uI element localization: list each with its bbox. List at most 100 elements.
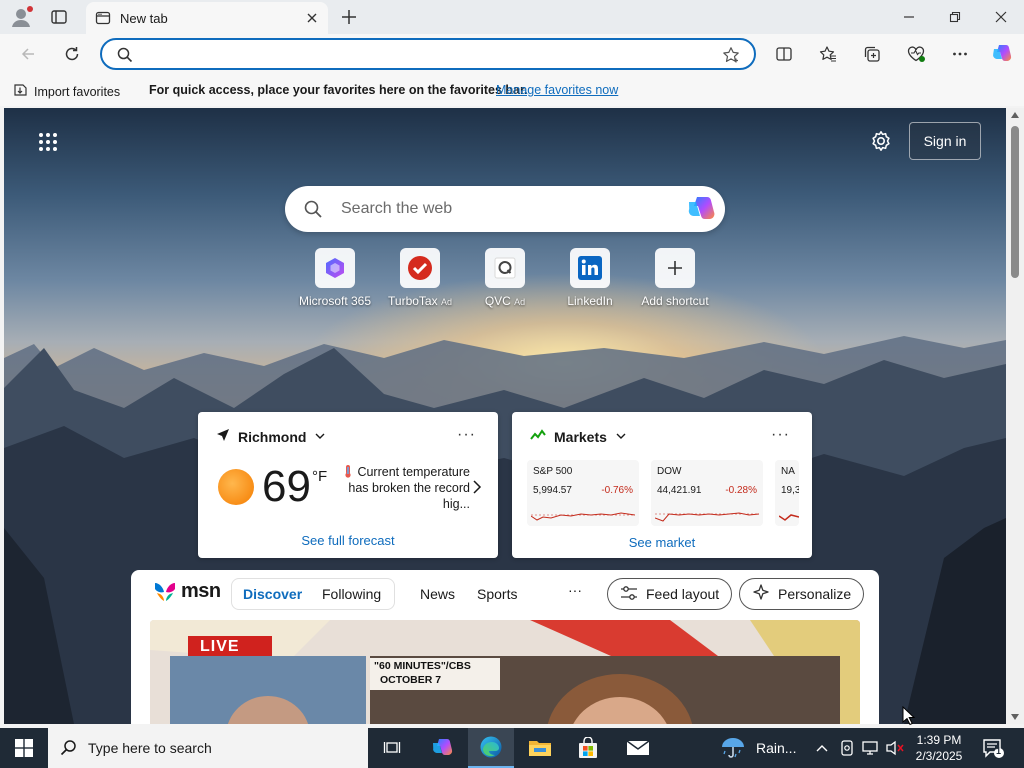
favorites-icon[interactable] [816, 42, 840, 66]
ticker-change: -0.28% [725, 485, 757, 496]
tab-discover[interactable]: Discover [243, 586, 302, 602]
chevron-right-icon[interactable] [472, 480, 482, 494]
restore-icon[interactable] [932, 0, 978, 34]
see-full-forecast-link[interactable]: See full forecast [198, 533, 498, 548]
shortcut-microsoft-365[interactable]: Microsoft 365 [290, 248, 380, 308]
plus-icon [655, 248, 695, 288]
edge-taskbar-icon[interactable] [468, 728, 514, 768]
location-arrow-icon [216, 428, 230, 445]
ticker-name: NA [781, 466, 795, 477]
live-badge: LIVE [200, 638, 240, 655]
tab-actions-icon[interactable] [50, 8, 68, 26]
favorites-bar-hint: For quick access, place your favorites h… [149, 83, 528, 97]
manage-favorites-link[interactable]: Manage favorites now [496, 83, 618, 97]
markets-title[interactable]: Markets [554, 429, 607, 445]
navigation-bar [0, 34, 1024, 74]
new-tab-page-icon [95, 10, 111, 26]
profile-avatar-icon[interactable] [10, 6, 34, 28]
hero-news-image[interactable]: LIVE "60 MINUTES"/CBS OCTOBER 7 [150, 620, 860, 724]
address-input[interactable] [142, 44, 702, 64]
microsoft-store-icon[interactable] [566, 728, 610, 768]
sparkline [655, 512, 759, 522]
feed-nav-sports[interactable]: Sports [477, 586, 517, 602]
feed-more-icon[interactable]: ··· [568, 582, 582, 598]
see-market-link[interactable]: See market [512, 535, 812, 550]
feed-layout-button[interactable]: Feed layout [607, 578, 733, 610]
scroll-down-arrow-icon[interactable] [1011, 714, 1019, 720]
weather-more-options[interactable]: ··· [457, 426, 476, 444]
apps-launcher-icon[interactable] [38, 132, 58, 152]
copilot-icon[interactable] [990, 42, 1014, 66]
scroll-up-arrow-icon[interactable] [1011, 112, 1019, 118]
back-icon[interactable] [16, 42, 40, 66]
sign-in-button[interactable]: Sign in [909, 122, 981, 160]
taskbar-clock[interactable]: 1:39 PM 2/3/2025 [910, 732, 968, 764]
meet-now-icon[interactable] [836, 728, 858, 768]
scrollbar-thumb[interactable] [1011, 126, 1019, 278]
settings-more-icon[interactable] [948, 42, 972, 66]
mail-icon[interactable] [616, 728, 660, 768]
page-scrollbar[interactable] [1006, 108, 1024, 724]
web-search-box[interactable]: Search the web [285, 186, 725, 232]
copilot-taskbar-icon[interactable] [420, 728, 464, 768]
hero-caption-line2: OCTOBER 7 [380, 674, 442, 686]
taskbar-search-box[interactable]: Type here to search [48, 728, 368, 768]
chevron-up-icon[interactable] [812, 728, 832, 768]
add-favorite-star-icon[interactable] [722, 46, 740, 64]
shortcut-linkedin[interactable]: LinkedIn [545, 248, 635, 308]
browser-essentials-icon[interactable] [904, 42, 928, 66]
new-tab-page: Sign in Search the web Microsoft 365 Tur… [4, 108, 1006, 724]
chevron-down-icon[interactable] [615, 429, 627, 445]
address-bar[interactable] [100, 38, 756, 70]
shortcut-turbotax[interactable]: TurboTax Ad [375, 248, 465, 308]
task-view-icon[interactable] [370, 728, 414, 768]
shortcut-label: LinkedIn [567, 294, 613, 308]
feed-nav-news[interactable]: News [420, 586, 455, 602]
weather-alert-text[interactable]: Current temperature has broken the recor… [338, 464, 470, 512]
weather-location[interactable]: Richmond [238, 429, 306, 445]
network-icon[interactable] [860, 728, 882, 768]
new-tab-button[interactable] [338, 6, 360, 28]
browser-tab-active[interactable]: New tab [86, 2, 328, 34]
sparkline [779, 514, 799, 521]
markets-card[interactable]: Markets ··· S&P 500 5,994.57 -0.76% DOW 4… [512, 412, 812, 558]
close-tab-icon[interactable] [304, 10, 320, 26]
notification-center-icon[interactable]: 1 [982, 738, 1004, 758]
chevron-down-icon[interactable] [314, 429, 326, 445]
add-shortcut-button[interactable]: Add shortcut [630, 248, 720, 308]
shortcut-qvc[interactable]: QVC Ad [460, 248, 550, 308]
weather-card[interactable]: Richmond ··· 69 °F Current temperature h… [198, 412, 498, 558]
tab-following[interactable]: Following [322, 586, 381, 602]
personalize-button[interactable]: Personalize [739, 578, 865, 610]
turbotax-icon [400, 248, 440, 288]
personalize-label: Personalize [778, 586, 852, 602]
hero-image [150, 620, 860, 724]
msn-logo[interactable]: msn [153, 580, 221, 603]
volume-muted-icon[interactable] [884, 728, 906, 768]
page-settings-gear-icon[interactable] [870, 130, 892, 152]
copilot-search-icon[interactable] [685, 194, 717, 224]
split-screen-icon[interactable] [772, 42, 796, 66]
clock-date: 2/3/2025 [915, 749, 963, 763]
ticker-card[interactable]: NA 19,3 [775, 460, 799, 526]
markets-more-options[interactable]: ··· [771, 426, 790, 444]
taskbar-weather-widget[interactable]: Rain... [720, 728, 796, 768]
windows-start-icon[interactable] [0, 728, 48, 768]
ticker-card[interactable]: S&P 500 5,994.57 -0.76% [527, 460, 639, 526]
ticker-card[interactable]: DOW 44,421.91 -0.28% [651, 460, 763, 526]
ticker-change: -0.76% [601, 485, 633, 496]
file-explorer-icon[interactable] [518, 728, 562, 768]
microsoft-365-icon [315, 248, 355, 288]
refresh-icon[interactable] [60, 42, 84, 66]
msn-wordmark: msn [181, 580, 221, 602]
windows-taskbar: Type here to search Rain... 1:39 PM 2/3/… [0, 728, 1024, 768]
ad-badge: Ad [514, 297, 526, 307]
collections-icon[interactable] [860, 42, 884, 66]
import-favorites-button[interactable]: Import favorites [12, 82, 120, 101]
sparkle-icon [752, 583, 770, 605]
title-bar: New tab [0, 0, 1024, 34]
clock-time: 1:39 PM [916, 733, 962, 747]
ticker-value: 19,3 [781, 485, 799, 496]
close-window-icon[interactable] [978, 0, 1024, 34]
minimize-icon[interactable] [886, 0, 932, 34]
